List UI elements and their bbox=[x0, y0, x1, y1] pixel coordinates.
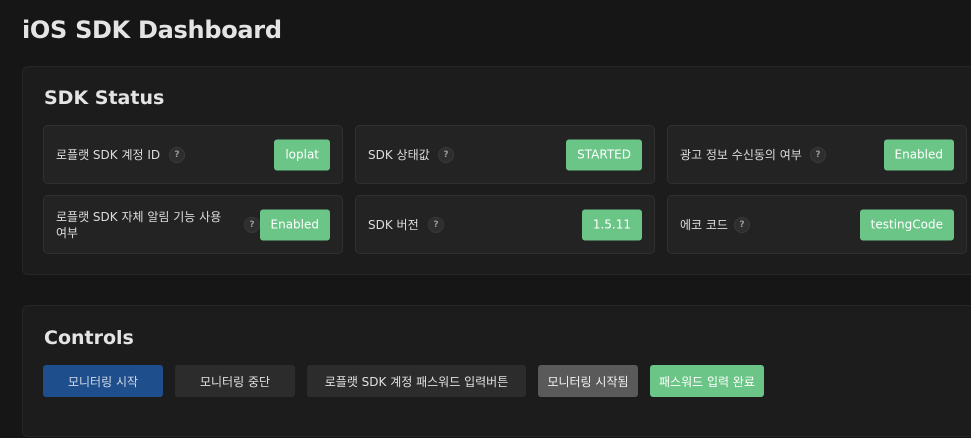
ad-consent-value: Enabled bbox=[883, 139, 954, 170]
monitoring-started-button[interactable]: 모니터링 시작됨 bbox=[538, 365, 638, 397]
help-icon[interactable]: ? bbox=[244, 216, 260, 233]
sdk-state-value: STARTED bbox=[566, 139, 642, 170]
password-complete-button[interactable]: 패스워드 입력 완료 bbox=[650, 365, 764, 397]
help-icon[interactable]: ? bbox=[734, 216, 750, 233]
sdk-state-card: SDK 상태값 ? STARTED bbox=[355, 125, 655, 184]
echo-code-card: 에코 코드 ? testingCode bbox=[667, 195, 967, 254]
sdk-status-title: SDK Status bbox=[44, 87, 165, 109]
ad-consent-label: 광고 정보 수신동의 여부 bbox=[680, 147, 802, 162]
sdk-version-label: SDK 버전 bbox=[368, 217, 419, 232]
help-icon[interactable]: ? bbox=[438, 146, 454, 163]
page-title: iOS SDK Dashboard bbox=[22, 16, 282, 44]
notification-card: 로플랫 SDK 자체 알림 기능 사용 여부 ? Enabled bbox=[43, 195, 343, 254]
stop-monitoring-button[interactable]: 모니터링 중단 bbox=[175, 365, 295, 397]
controls-panel: Controls 모니터링 시작 모니터링 중단 로플랫 SDK 계정 패스워드… bbox=[22, 305, 971, 437]
sdk-version-card: SDK 버전 ? 1.5.11 bbox=[355, 195, 655, 254]
notification-label: 로플랫 SDK 자체 알림 기능 사용 여부 bbox=[56, 209, 222, 240]
echo-code-label: 에코 코드 bbox=[680, 217, 728, 232]
help-icon[interactable]: ? bbox=[428, 216, 444, 233]
password-input-button[interactable]: 로플랫 SDK 계정 패스워드 입력버튼 bbox=[307, 365, 526, 397]
ad-consent-card: 광고 정보 수신동의 여부 ? Enabled bbox=[667, 125, 967, 184]
sdk-version-value: 1.5.11 bbox=[581, 209, 642, 240]
help-icon[interactable]: ? bbox=[810, 146, 826, 163]
notification-value: Enabled bbox=[259, 209, 330, 240]
account-id-card: 로플랫 SDK 계정 ID ? loplat bbox=[43, 125, 343, 184]
help-icon[interactable]: ? bbox=[169, 146, 185, 163]
account-id-label: 로플랫 SDK 계정 ID bbox=[56, 147, 161, 162]
controls-title: Controls bbox=[44, 327, 134, 349]
sdk-state-label: SDK 상태값 bbox=[368, 147, 430, 162]
sdk-status-panel: SDK Status 로플랫 SDK 계정 ID ? loplat SDK 상태… bbox=[22, 66, 971, 275]
echo-code-value: testingCode bbox=[859, 209, 954, 240]
account-id-value: loplat bbox=[274, 139, 330, 170]
start-monitoring-button[interactable]: 모니터링 시작 bbox=[43, 365, 163, 397]
